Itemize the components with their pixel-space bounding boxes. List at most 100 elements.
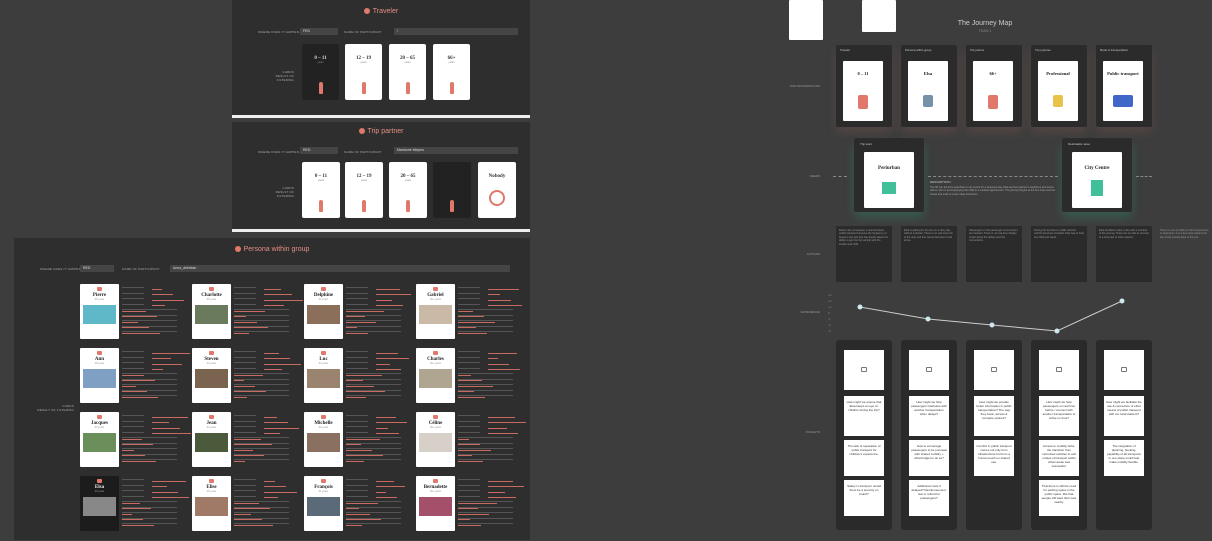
stat-line [346,431,368,433]
experience-point[interactable] [989,322,995,328]
info-tile[interactable]: Traveler 0 – 11 [836,45,892,127]
persona-photo [419,305,452,324]
insight-sticky[interactable]: How to encourage passengers to be punctu… [909,440,949,476]
trip-start-tile[interactable]: Trip start Periurban [854,138,924,212]
insight-sticky[interactable]: How might we help passengers interleave … [909,396,949,436]
stat-bar [458,502,497,504]
insight-sticky[interactable]: That there is still the need for parking… [1039,480,1079,516]
insight-sticky[interactable] [844,350,884,390]
participant-input[interactable]: Marianne Meyers [394,147,518,154]
where-input[interactable]: FED [300,28,338,35]
info-tile[interactable]: Persona within group Elsa [901,45,957,127]
insight-sticky[interactable]: The lack of separation of public transpo… [844,440,884,476]
insight-sticky[interactable]: Access to mobility hubs, the transition … [1039,440,1079,476]
persona-age: 48 years [94,362,105,365]
where-label: WHERE DOES IT HAPPEN [40,267,82,271]
insight-sticky[interactable]: How might we ensure that Elsa keeps an e… [844,396,884,436]
insight-sticky[interactable]: Additional costs if delayed? Reimburseme… [909,480,949,516]
persona-card[interactable]: Delphine 42 years [304,284,343,339]
stat-bar [234,380,244,381]
persona-card[interactable]: Pierre 35 years [80,284,119,339]
stat-line [122,367,144,369]
traveler-card[interactable]: 0 – 11 years [302,44,339,100]
participant-input[interactable]: / [394,28,518,35]
persona-card[interactable]: Michelle 39 years [304,412,343,467]
stat-line [346,356,368,358]
stat-line [234,351,256,352]
person-icon [450,200,454,212]
stat-bar [122,391,147,392]
persona-card[interactable]: Gabriel 66+ years [416,284,455,339]
experience-point[interactable] [1054,328,1060,334]
partner-card[interactable]: 20 – 65 years [389,162,427,218]
persona-card[interactable]: Elsa 29 years [80,476,119,531]
persona-card[interactable]: Jacques 50 years [80,412,119,467]
insight-sticky[interactable] [974,350,1014,390]
stat-bar [376,294,411,295]
insight-sticky[interactable] [1039,350,1079,390]
insight-sticky[interactable]: Comfort in public transport comes not on… [974,440,1014,476]
stat-bar [488,416,515,418]
stat-bar [488,369,520,370]
filter-label: RESULT OF FILTERING [275,74,294,82]
stat-bar [264,433,280,434]
partner-card[interactable] [433,162,471,218]
info-tile[interactable]: Mode of transportation Public transport [1096,45,1152,127]
stat-line [234,479,256,480]
traveler-card[interactable]: 66+ years [433,44,470,100]
stat-bar [122,449,134,451]
persona-card[interactable]: Ann 48 years [80,348,119,403]
info-tile[interactable]: Trip partner 66+ [966,45,1022,127]
info-head: Trip partner [970,48,985,52]
experience-point[interactable] [1119,298,1125,304]
stat-bar [458,316,484,317]
persona-photo [195,305,228,324]
stat-bar [234,455,264,456]
traveler-card[interactable]: 20 – 65 years [389,44,426,100]
insight-sticky[interactable]: How might we help passengers on real tim… [1039,396,1079,436]
where-input[interactable]: RED [300,147,338,154]
stat-bar [264,294,292,295]
persona-icon [234,246,241,252]
persona-card[interactable]: François 31 years [304,476,343,531]
insight-sticky[interactable]: The integration of planning, booking, pa… [1104,440,1144,476]
insight-sticky[interactable] [909,350,949,390]
persona-card[interactable]: Bernadette 66+ years [416,476,455,531]
stat-line [122,351,144,352]
sticky-note[interactable] [862,0,896,32]
persona-stats [346,284,411,339]
persona-photo [195,369,228,388]
partner-card[interactable]: 12 – 19 years [345,162,383,218]
participant-input[interactable]: Anna_dekthian [170,265,510,272]
stat-bar [264,491,297,493]
insight-sticky[interactable]: Safety in transport: would there be a se… [844,480,884,516]
insight-sticky[interactable]: How might we provide better information … [974,396,1014,436]
experience-point[interactable] [857,304,863,310]
traveler-card[interactable]: 12 – 19 years [345,44,382,100]
persona-card[interactable]: Céline 66+ years [416,412,455,467]
persona-card[interactable]: Luc 60 years [304,348,343,403]
scroll-bar[interactable] [232,115,530,118]
stat-bar [346,449,372,451]
person-icon [405,82,410,94]
persona-card[interactable]: Charlotte 55 years [192,284,231,339]
sticky-note[interactable] [789,0,823,40]
scroll-bar[interactable] [232,229,530,232]
partner-card[interactable]: Nobody [478,162,516,218]
persona-photo [419,433,452,452]
stat-bar [458,449,491,451]
persona-card[interactable]: Charles 66+ years [416,348,455,403]
insight-sticky[interactable]: How might we facilitate the use & connec… [1104,396,1144,436]
persona-card[interactable]: Steven 40 years [192,348,231,403]
stat-bar [234,460,245,462]
stat-line [234,287,256,288]
partner-card[interactable]: 0 – 11 years [302,162,340,218]
insight-sticky[interactable] [1104,350,1144,390]
where-input[interactable]: RED [80,265,114,272]
info-tile[interactable]: Trip purpose Professional [1031,45,1087,127]
tick-label: -2 [828,323,831,327]
persona-card[interactable]: Jean 30 years [192,412,231,467]
persona-card[interactable]: Elise 25 years [192,476,231,531]
destination-tile[interactable]: Destination area City Centre [1062,138,1132,212]
experience-point[interactable] [925,316,931,322]
